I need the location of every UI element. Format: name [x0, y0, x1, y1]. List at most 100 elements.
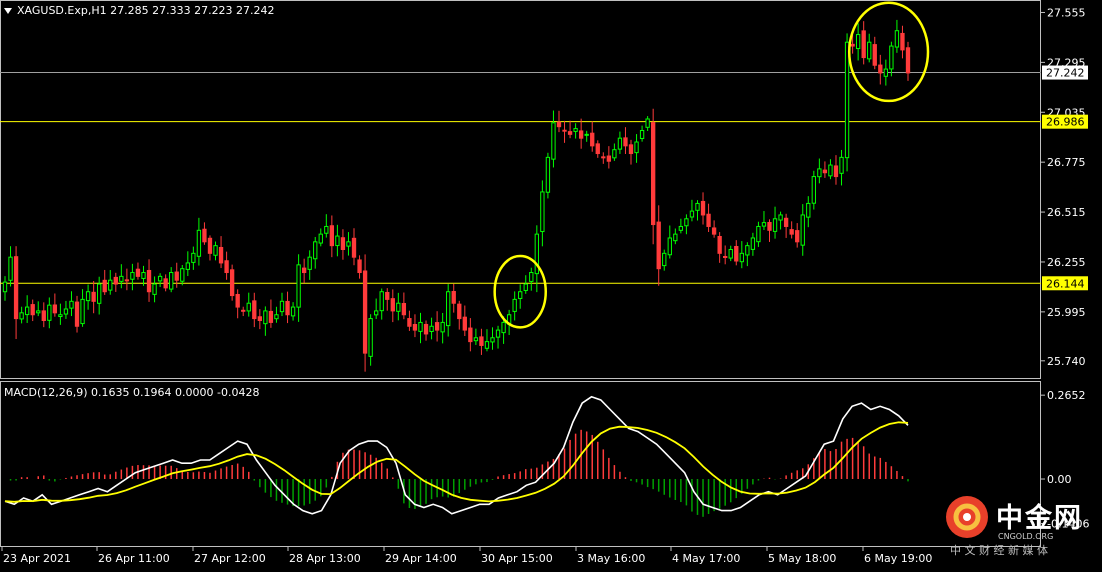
- macd-chart: [0, 381, 1041, 547]
- candle-body: [285, 300, 290, 316]
- candle-body: [207, 237, 213, 254]
- price-chart: [0, 0, 1041, 379]
- candle-body: [490, 337, 495, 343]
- candle-body: [573, 128, 578, 132]
- candle-body: [2, 281, 8, 293]
- price-tick-label: 26.775: [1047, 156, 1086, 169]
- candle-body: [639, 130, 645, 139]
- candle-body: [606, 155, 612, 162]
- candle-body: [130, 272, 135, 280]
- time-tick-label: 23 Apr 2021: [3, 552, 71, 565]
- candle-body: [617, 137, 623, 150]
- candle-body: [684, 218, 689, 227]
- candle-body: [157, 275, 163, 282]
- candle-body: [479, 336, 484, 346]
- time-axis[interactable]: 23 Apr 2021 26 Apr 11:00 27 Apr 12:00 28 Ap…: [0, 547, 1102, 568]
- candle-body: [501, 321, 506, 334]
- candle-body: [750, 237, 756, 250]
- candle-body: [396, 302, 401, 312]
- candle-body: [839, 156, 844, 174]
- candle-body: [828, 164, 833, 177]
- collapse-triangle-icon[interactable]: [4, 8, 12, 14]
- candle-body: [224, 260, 229, 274]
- candle-body: [47, 304, 52, 321]
- time-tick-label: 30 Apr 15:00: [481, 552, 553, 565]
- candle-body: [407, 318, 412, 327]
- candle-body: [440, 321, 445, 333]
- candle-body: [855, 34, 861, 50]
- candle-body: [30, 304, 35, 316]
- candle-body: [468, 327, 473, 343]
- candle-body: [734, 245, 739, 262]
- candle-body: [301, 267, 307, 274]
- price-panel[interactable]: XAGUSD.Exp,H1 27.285 27.333 27.223 27.24…: [0, 0, 1041, 380]
- price-marker-label: 26.144: [1046, 277, 1085, 290]
- candle-body: [623, 137, 628, 147]
- candle-body: [412, 324, 418, 331]
- candle-body: [883, 68, 889, 77]
- candle-body: [362, 270, 368, 354]
- candle-body: [8, 256, 13, 281]
- candle-body: [218, 246, 224, 264]
- candle-body: [418, 321, 423, 332]
- candle-body: [662, 252, 667, 267]
- candle-body: [667, 237, 672, 256]
- time-tick-label: 5 May 18:00: [768, 552, 836, 565]
- candle-body: [462, 316, 467, 331]
- candle-body: [473, 337, 479, 342]
- candle-body: [368, 318, 373, 357]
- candle-body: [19, 312, 24, 320]
- candle-body: [562, 129, 567, 132]
- candle-body: [385, 291, 390, 300]
- candle-body: [246, 302, 251, 312]
- candle-body: [800, 214, 805, 246]
- candle-body: [241, 309, 246, 312]
- price-marker-label: 27.242: [1046, 67, 1085, 80]
- candle-body: [645, 118, 650, 128]
- candle-body: [850, 43, 855, 47]
- candle-body: [772, 218, 778, 232]
- time-tick-label: 4 May 17:00: [672, 552, 740, 565]
- candle-body: [545, 156, 551, 193]
- candle-body: [196, 229, 202, 257]
- price-tick-label: 25.740: [1047, 355, 1086, 368]
- candle-body: [357, 259, 362, 274]
- candle-body: [844, 41, 850, 159]
- candle-body: [689, 210, 695, 218]
- candle-body: [74, 301, 80, 327]
- candle-body: [58, 314, 63, 318]
- candle-body: [540, 191, 545, 233]
- candle-body: [401, 303, 407, 316]
- candle-body: [628, 144, 634, 155]
- candle-body: [152, 283, 157, 295]
- candle-body: [634, 141, 639, 154]
- candle-body: [795, 230, 800, 243]
- brand-site: CNGOLD.ORG: [998, 532, 1054, 541]
- candle-body: [229, 269, 235, 297]
- macd-tick-label: 0.00: [1047, 473, 1072, 486]
- candle-body: [601, 156, 606, 159]
- candle-body: [180, 268, 185, 282]
- candle-body: [761, 222, 767, 227]
- candle-body: [717, 236, 722, 254]
- candle-body: [711, 227, 717, 235]
- candle-body: [783, 217, 789, 227]
- macd-signal-line: [4, 421, 909, 503]
- candle-body: [434, 322, 440, 331]
- candle-body: [806, 202, 811, 218]
- candle-body: [324, 225, 329, 234]
- price-axis[interactable]: 27.555 27.295 27.035 26.775 26.515 26.255 25.9…: [1041, 0, 1102, 380]
- candle-body: [556, 121, 562, 128]
- candle-body: [13, 256, 19, 320]
- candle-body: [307, 256, 312, 270]
- candle-body: [313, 241, 318, 260]
- candle-body: [318, 233, 323, 244]
- macd-panel[interactable]: MACD(12,26,9) 0.1635 0.1964 0.0000 -0.04…: [0, 381, 1041, 547]
- candle-body: [872, 44, 877, 66]
- candle-body: [512, 298, 517, 312]
- candle-body: [894, 30, 900, 48]
- candle-body: [695, 202, 700, 211]
- candle-body: [185, 262, 190, 270]
- candle-body: [374, 310, 379, 316]
- time-tick-label: 3 May 16:00: [577, 552, 645, 565]
